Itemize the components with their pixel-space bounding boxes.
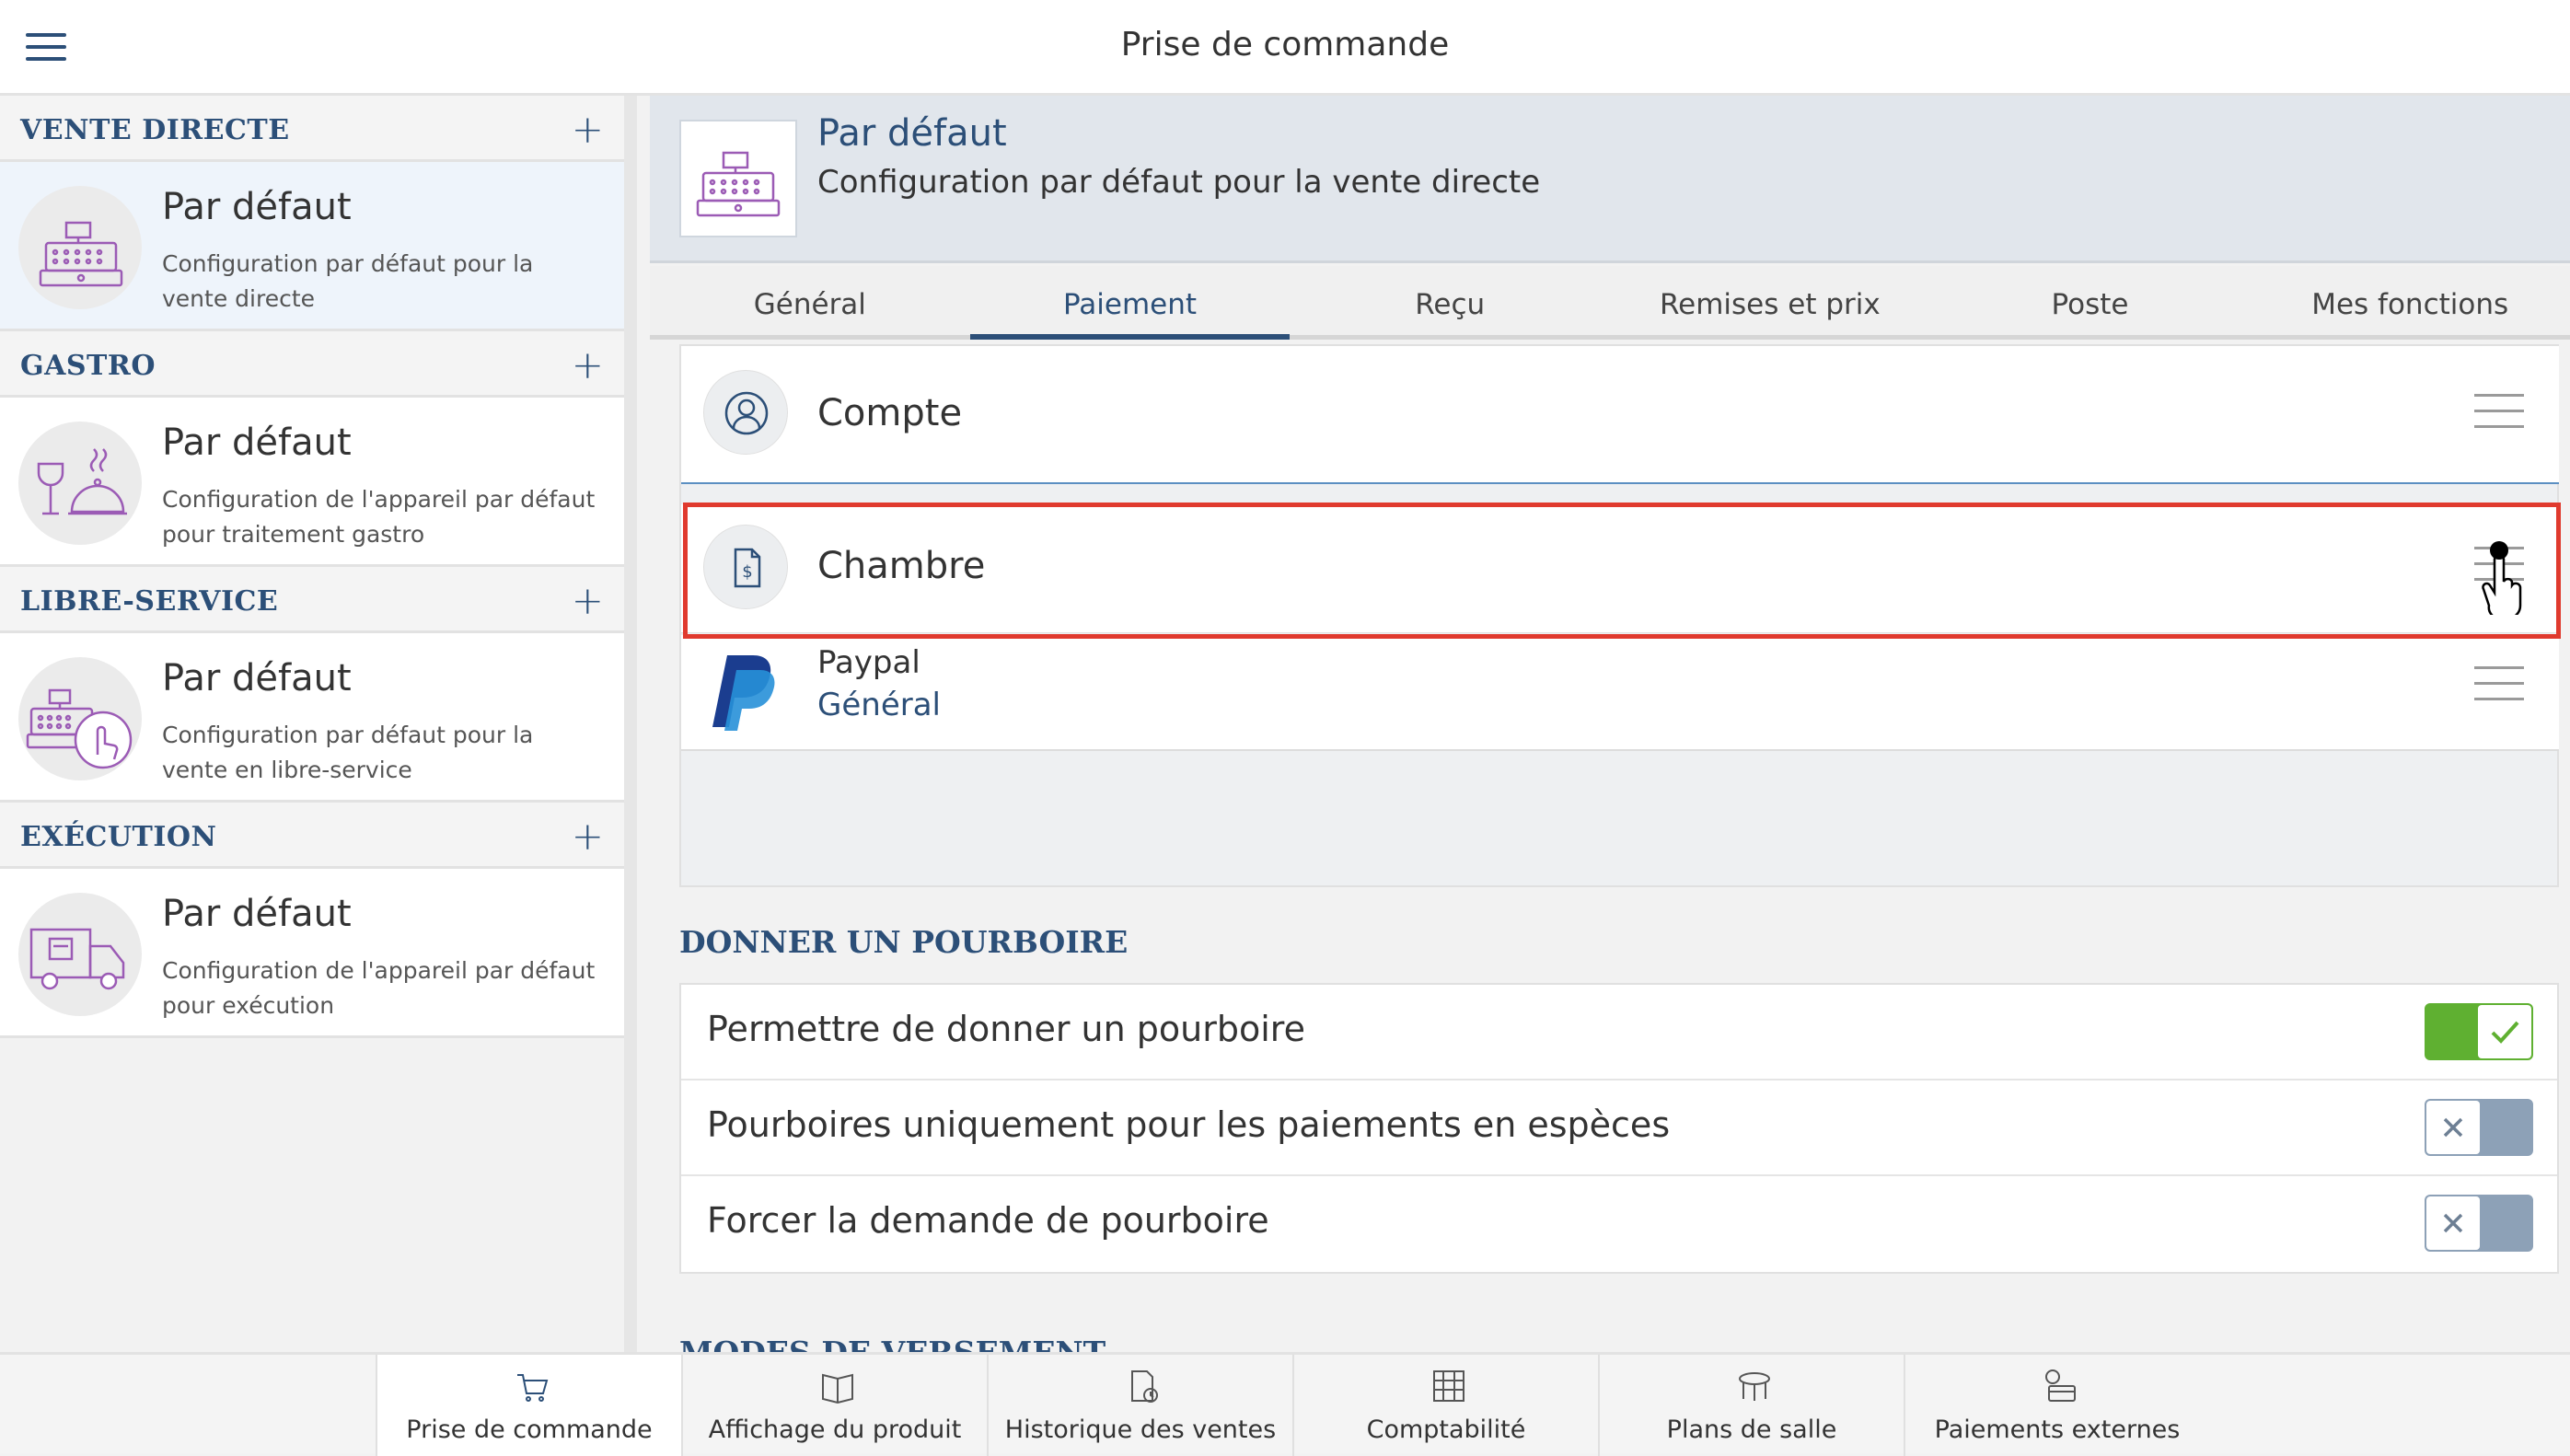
profile-header-title: Par défaut — [817, 112, 1007, 155]
nav-plans-de-salle[interactable]: Plans de salle — [1598, 1355, 1904, 1456]
nav-paiements-externes[interactable]: Paiements externes — [1904, 1355, 2209, 1456]
nav-label: Historique des ventes — [1004, 1416, 1277, 1444]
profile-description: Configuration par défaut pour la vente e… — [162, 722, 534, 783]
toggle-switch[interactable] — [2425, 1195, 2533, 1252]
highlight-frame — [683, 503, 2561, 639]
tip-label: Pourboires uniquement pour les paiements… — [707, 1104, 1671, 1145]
close-icon — [2426, 1196, 2480, 1250]
section-label: GASTRO — [20, 350, 156, 382]
payment-name: Paypal — [817, 644, 920, 681]
nav-label: Plans de salle — [1666, 1416, 1837, 1444]
tips-section-title: DONNER UN POURBOIRE — [679, 924, 1129, 960]
section-header-libre-service: LIBRE-SERVICE + — [0, 567, 624, 633]
profile-title: Par défaut — [162, 186, 352, 228]
section-header-execution: EXÉCUTION + — [0, 803, 624, 869]
nav-prise-de-commande[interactable]: Prise de commande — [376, 1355, 681, 1456]
history-icon — [1131, 1370, 1158, 1403]
sidebar: VENTE DIRECTE + Par défaut Configuration… — [0, 96, 637, 1352]
tip-row-force: Forcer la demande de pourboire — [681, 1176, 2557, 1272]
external-payment-icon — [2045, 1369, 2076, 1402]
table-icon — [1739, 1372, 1770, 1401]
tip-label: Forcer la demande de pourboire — [707, 1200, 1269, 1241]
app-title: Prise de commande — [1120, 26, 1450, 64]
tip-label: Permettre de donner un pourboire — [707, 1009, 1305, 1049]
profile-header: Par défaut Configuration par défaut pour… — [650, 96, 2570, 263]
nav-label: Affichage du produit — [708, 1416, 962, 1444]
payment-subname: Général — [817, 687, 941, 723]
tip-row-cash-only: Pourboires uniquement pour les paiements… — [681, 1080, 2557, 1176]
add-icon[interactable]: + — [572, 342, 604, 387]
tab-mes-fonctions[interactable]: Mes fonctions — [2250, 266, 2570, 335]
tab-paiement[interactable]: Paiement — [969, 266, 1291, 340]
cash-register-icon — [18, 186, 142, 309]
wine-cloche-icon — [18, 422, 142, 545]
book-icon — [822, 1373, 853, 1404]
profile-item-vente-directe[interactable]: Par défaut Configuration par défaut pour… — [0, 162, 624, 331]
payment-row-compte[interactable]: Compte — [681, 346, 2559, 484]
tab-poste[interactable]: Poste — [1930, 266, 2251, 335]
bottom-navigation: Prise de commande Affichage du produit H… — [0, 1352, 2570, 1456]
profile-description: Configuration par défaut pour la vente d… — [162, 250, 534, 312]
nav-label: Comptabilité — [1366, 1416, 1526, 1444]
cash-register-icon — [679, 120, 797, 237]
nav-affichage-du-produit[interactable]: Affichage du produit — [681, 1355, 987, 1456]
ledger-icon — [1433, 1370, 1464, 1402]
tips-settings: Permettre de donner un pourboire Pourboi… — [679, 983, 2559, 1274]
nav-comptabilite[interactable]: Comptabilité — [1292, 1355, 1598, 1456]
profile-title: Par défaut — [162, 893, 352, 935]
tip-row-allow: Permettre de donner un pourboire — [681, 985, 2557, 1080]
top-bar: Prise de commande — [0, 0, 2570, 96]
self-service-register-icon — [18, 657, 142, 780]
nav-label: Paiements externes — [1934, 1416, 2181, 1444]
close-icon — [2426, 1101, 2480, 1154]
section-label: VENTE DIRECTE — [20, 114, 290, 146]
delivery-truck-icon — [18, 893, 142, 1016]
add-icon[interactable]: + — [572, 578, 604, 623]
user-icon — [703, 370, 788, 455]
drag-handle-icon[interactable] — [2474, 394, 2524, 441]
check-icon — [2478, 1005, 2531, 1058]
payment-name: Compte — [817, 392, 963, 434]
cart-icon — [517, 1374, 549, 1402]
drag-handle-icon[interactable] — [2474, 666, 2524, 713]
section-header-gastro: GASTRO + — [0, 331, 624, 398]
toggle-switch[interactable] — [2425, 1003, 2533, 1060]
tab-general[interactable]: Général — [650, 266, 970, 335]
toggle-switch[interactable] — [2425, 1099, 2533, 1156]
profile-header-subtitle: Configuration par défaut pour la vente d… — [817, 164, 1541, 201]
add-icon[interactable]: + — [572, 814, 604, 859]
profile-title: Par défaut — [162, 422, 352, 464]
tab-recu[interactable]: Reçu — [1290, 266, 1610, 335]
profile-item-gastro[interactable]: Par défaut Configuration de l'appareil p… — [0, 398, 624, 567]
profile-title: Par défaut — [162, 657, 352, 699]
section-header-vente-directe: VENTE DIRECTE + — [0, 96, 624, 162]
nav-label: Prise de commande — [406, 1416, 653, 1444]
paypal-logo — [709, 650, 782, 733]
profile-item-libre-service[interactable]: Par défaut Configuration par défaut pour… — [0, 633, 624, 803]
add-icon[interactable]: + — [572, 107, 604, 152]
profile-item-execution[interactable]: Par défaut Configuration de l'appareil p… — [0, 869, 624, 1038]
tab-bar: Général Paiement Reçu Remises et prix Po… — [650, 266, 2570, 340]
tab-remises-et-prix[interactable]: Remises et prix — [1610, 266, 1930, 335]
nav-historique-des-ventes[interactable]: Historique des ventes — [987, 1355, 1292, 1456]
main-panel: Par défaut Configuration par défaut pour… — [650, 96, 2570, 1352]
section-label: LIBRE-SERVICE — [20, 585, 279, 618]
profile-description: Configuration de l'appareil par défaut p… — [162, 486, 596, 548]
section-label: EXÉCUTION — [20, 821, 217, 853]
partial-section-title: MODES DE VERSEMENT — [679, 1335, 1106, 1352]
payment-row-paypal[interactable]: Paypal Général — [681, 635, 2559, 751]
profile-description: Configuration de l'appareil par défaut p… — [162, 957, 596, 1019]
